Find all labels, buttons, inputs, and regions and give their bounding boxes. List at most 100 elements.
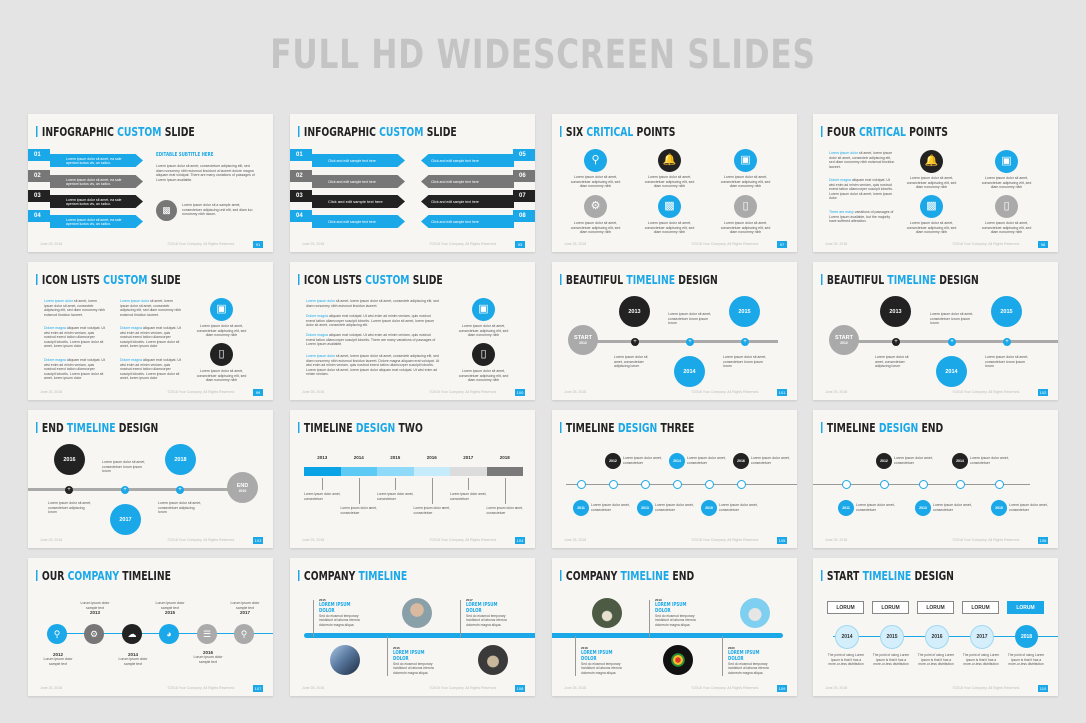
year-circle-active: 2018 (1015, 625, 1038, 648)
footer-date: June 25, 2018 (302, 686, 325, 690)
slide-thumbnail[interactable]: END TIMELINE DESIGN END 2019 2016 + Lorem… (28, 410, 273, 548)
plus-icon: + (741, 338, 749, 346)
node-text: The point of using Lorem Ipsum is that i… (872, 653, 910, 666)
connector (722, 636, 723, 676)
timeline-entry: 2018 LOREM IPSUM DOLOR Sed do eiusmod temp… (581, 646, 622, 675)
year-badge: 2012 (876, 453, 892, 469)
year-badge: 2014 (952, 453, 968, 469)
phone-icon: ▯ (472, 343, 495, 366)
slide-title: ICON LISTS CUSTOM SLIDE (36, 272, 181, 287)
timeline-node-label: 2014 Lorum ipsum dolor sample text (118, 652, 148, 666)
year-badge: 2011 (573, 500, 589, 516)
point-text: Lorem ipsum dolor sit amet, consectetuer… (906, 176, 957, 189)
year-circle: 2016 (925, 625, 949, 649)
plus-icon: + (65, 486, 73, 494)
slide-thumbnail[interactable]: OUR COMPANY TIMELINE ⚲ ⚙ ☁ ◕ ☰ ⚲ 2012 Lor… (28, 558, 273, 696)
page-number: 105 (777, 537, 787, 544)
icon-text: Lorem ipsum dolor sit amet, consectetuer… (196, 324, 247, 337)
timeline-node (919, 480, 928, 489)
slide-title: COMPANY TIMELINE END (560, 568, 694, 583)
pin-text: Lorem ipsum dolor sit amet, consectetuer… (48, 501, 92, 515)
paragraph: Dolore magna aliquam erat volutpat. Ut w… (829, 178, 893, 201)
pin-text: Lorem ipsum dolor sit amet, consectetuer… (875, 355, 909, 369)
slide-thumbnail[interactable]: ICON LISTS CUSTOM SLIDE Lorem ipsum dolo… (28, 262, 273, 400)
footer-date: June 25, 2018 (825, 686, 848, 690)
timeline-segment (413, 467, 450, 476)
slide-thumbnail[interactable]: START TIMELINE DESIGN LORUM LORUM LORUM … (813, 558, 1058, 696)
timeline-node-label: 2016 Lorum ipsum dolor sample text (193, 650, 223, 664)
step-ribbon: Click and edit sample text here (312, 154, 405, 167)
step-number: 05 (513, 149, 535, 161)
slide-thumbnail[interactable]: COMPANY TIMELINE END 2018 LOREM IPSUM DOL… (552, 558, 797, 696)
node-text: Lorem ipsum dolor amet, consectetuer (856, 503, 895, 512)
lightbulb-icon: ⚲ (47, 624, 67, 644)
slide-title: COMPANY TIMELINE (298, 568, 407, 583)
point-text: Lorem ipsum dolor sit amet, consectetuer… (720, 221, 771, 234)
timeline-segment (486, 467, 523, 476)
slide-thumbnail[interactable]: SIX CRITICAL POINTS ⚲ Lorem ipsum dolor … (552, 114, 797, 252)
point-text: Lorem ipsum dolor sit amet, consectetuer… (981, 221, 1032, 234)
step-number: 02 (290, 170, 312, 182)
footer-copyright: ©2018 Your Company. All Rights Reserved. (952, 390, 1021, 394)
timeline-entry: 2019 LOREM IPSUM DOLOR Sed do eiusmod temp… (655, 598, 696, 627)
year-pin: 2018 (165, 444, 196, 475)
step-number: 03 (290, 190, 312, 202)
footer-date: June 25, 2018 (40, 686, 63, 690)
node-text: Lorem ipsum dolor amet, consectetuer (687, 456, 726, 465)
segment-text: Lorem ipsum dolor amet, consectetuer (450, 492, 487, 501)
slide-thumbnail[interactable]: INFOGRAPHIC CUSTOM SLIDE 01 Click and ed… (290, 114, 535, 252)
page-number: 98 (1038, 241, 1048, 248)
woman-portrait-photo (402, 598, 432, 628)
label-box: LORUM (827, 601, 864, 614)
step-number: 06 (513, 170, 535, 182)
node-text: Lorem ipsum dolor amet, consectetuer (751, 456, 790, 465)
page-number: 103 (253, 537, 263, 544)
footer-copyright: ©2018 Your Company. All Rights Reserved. (429, 242, 498, 246)
slide-thumbnail[interactable]: TIMELINE DESIGN END 2012 Lorem ipsum dol… (813, 410, 1058, 548)
year-badge: 2015 (991, 500, 1007, 516)
camera-icon: ▣ (995, 150, 1018, 173)
footer-date: June 25, 2018 (825, 538, 848, 542)
paragraph: Lorem ipsum dolor sit amet, lorem ipsum … (829, 151, 895, 169)
timeline-node (995, 480, 1004, 489)
segment-text: Lorem ipsum dolor amet, consectetuer (413, 506, 450, 515)
slide-thumbnail[interactable]: BEAUTIFUL TIMELINE DESIGN START 2012 2013… (813, 262, 1058, 400)
connector (395, 478, 397, 490)
connector (575, 636, 576, 676)
node-text: Lorem ipsum dolor amet, consectetuer (894, 456, 933, 465)
timeline-segment (377, 467, 414, 476)
footer-copyright: ©2018 Your Company. All Rights Reserved. (167, 538, 236, 542)
pin-text: Lorem ipsum dolor sit amet, consectetuer… (614, 355, 648, 369)
slide-thumbnail[interactable]: TIMELINE DESIGN THREE 2012 Lorem ipsum d… (552, 410, 797, 548)
gear-icon: ⚙ (84, 624, 104, 644)
step-ribbon: Click and edit sample text here (421, 175, 514, 188)
point-text: Lorem ipsum dolor sit amet, consectetuer… (906, 221, 957, 234)
slide-thumbnail[interactable]: BEAUTIFUL TIMELINE DESIGN START 2012 2013… (552, 262, 797, 400)
camera-icon: ▣ (734, 149, 757, 172)
step-number: 01 (290, 149, 312, 161)
slide-thumbnail[interactable]: INFOGRAPHIC CUSTOM SLIDE 01 Lorem ipsum … (28, 114, 273, 252)
timeline-node (609, 480, 618, 489)
year-badge: 2011 (838, 500, 854, 516)
year-badge: 2016 (733, 453, 749, 469)
bell-icon: 🔔 (658, 149, 681, 172)
year-label: 2017 (463, 455, 474, 460)
step-number: 03 (28, 190, 50, 202)
step-number: 07 (513, 190, 535, 202)
slide-thumbnail[interactable]: FOUR CRITICAL POINTS Lorem ipsum dolor s… (813, 114, 1058, 252)
connector (431, 478, 433, 504)
point-text: Lorem ipsum dolor sit amet, consectetuer… (570, 175, 621, 188)
slide-thumbnail[interactable]: ICON LISTS CUSTOM SLIDE Lorem ipsum dolo… (290, 262, 535, 400)
connector (460, 600, 461, 637)
timeline-line (28, 488, 238, 491)
segment-text: Lorem ipsum dolor amet, consectetuer (340, 506, 377, 515)
slide-title: ICON LISTS CUSTOM SLIDE (298, 272, 443, 287)
laptop-typing-photo (478, 645, 508, 675)
slide-thumbnail[interactable]: COMPANY TIMELINE 2015 LOREM IPSUM DOLOR Se… (290, 558, 535, 696)
paragraph: Dolore magna aliquam erat volutpat. Ut w… (120, 326, 181, 349)
plus-icon: + (121, 486, 129, 494)
slide-thumbnail[interactable]: TIMELINE DESIGN TWO 2013 Lorem ipsum dolo… (290, 410, 535, 548)
statue-photo (592, 598, 622, 628)
slide-title: FOUR CRITICAL POINTS (821, 124, 948, 139)
step-number: 01 (28, 149, 50, 161)
